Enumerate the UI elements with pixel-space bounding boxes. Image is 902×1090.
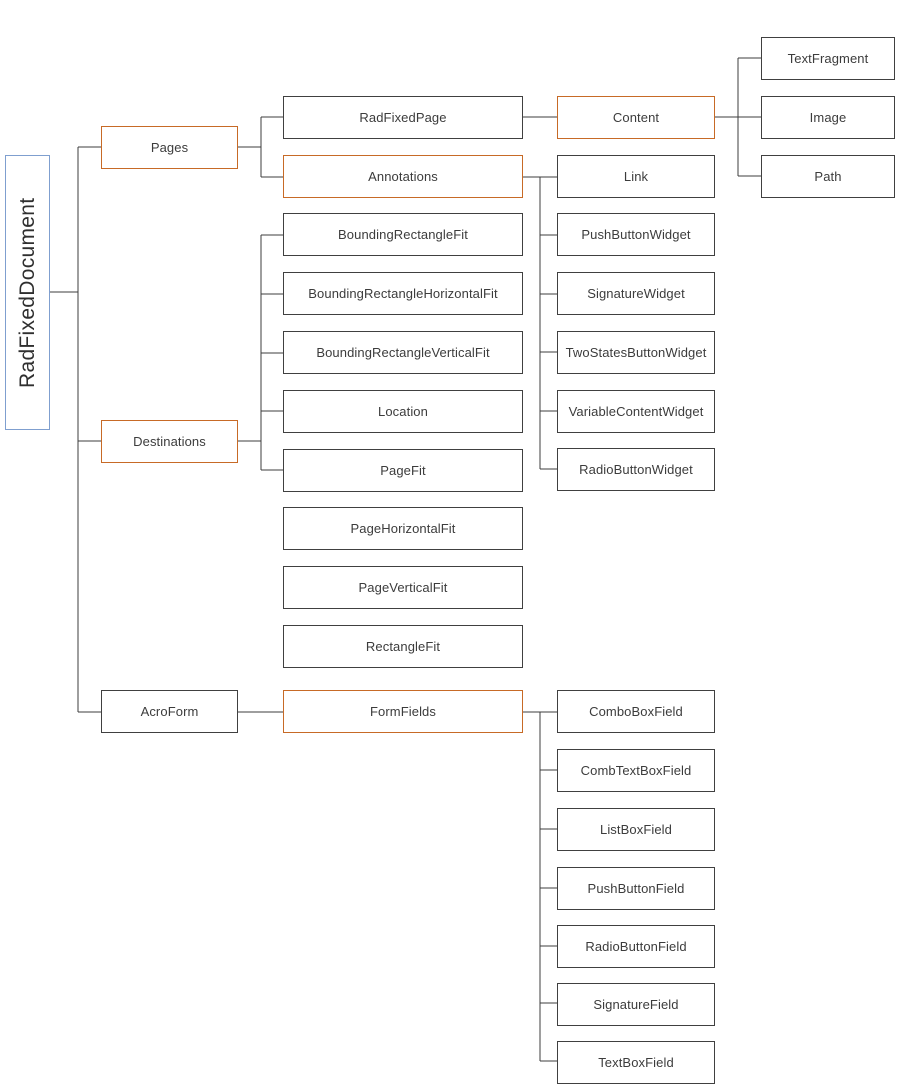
node-label: AcroForm [140,703,199,719]
node-label: RadioButtonWidget [579,461,693,477]
node-path[interactable]: Path [761,155,895,198]
node-boundingrectanglehorizontalfit[interactable]: BoundingRectangleHorizontalFit [283,272,523,315]
node-textfragment[interactable]: TextFragment [761,37,895,80]
node-label: RadFixedPage [359,109,447,125]
node-pages[interactable]: Pages [101,126,238,169]
node-label: Link [623,168,649,184]
node-image[interactable]: Image [761,96,895,139]
node-acroform[interactable]: AcroForm [101,690,238,733]
node-label: CombTextBoxField [580,762,692,778]
node-annotations[interactable]: Annotations [283,155,523,198]
node-radiobuttonwidget[interactable]: RadioButtonWidget [557,448,715,491]
node-destinations[interactable]: Destinations [101,420,238,463]
node-boundingrectangleverticalfit[interactable]: BoundingRectangleVerticalFit [283,331,523,374]
node-label: PushButtonField [587,880,685,896]
node-formfields[interactable]: FormFields [283,690,523,733]
node-content[interactable]: Content [557,96,715,139]
node-label: Location [378,403,428,419]
node-combtextboxfield[interactable]: CombTextBoxField [557,749,715,792]
node-label: PageHorizontalFit [350,520,456,536]
node-label: RadFixedDocument [15,197,39,388]
node-label: PageFit [380,462,426,478]
node-location[interactable]: Location [283,390,523,433]
node-label: PushButtonWidget [581,226,691,242]
node-radiobuttonfield[interactable]: RadioButtonField [557,925,715,968]
node-label: BoundingRectangleVerticalFit [316,344,490,360]
node-label: VariableContentWidget [568,403,704,419]
node-pageverticalfit[interactable]: PageVerticalFit [283,566,523,609]
node-label: Image [809,109,847,125]
node-label: RectangleFit [365,638,441,654]
node-signaturewidget[interactable]: SignatureWidget [557,272,715,315]
node-label: ComboBoxField [589,703,683,719]
node-label: TextBoxField [598,1054,674,1070]
node-label: Destinations [133,433,206,449]
node-label: FormFields [369,703,436,719]
node-label: BoundingRectangleFit [338,226,468,242]
node-label: SignatureWidget [587,285,685,301]
node-label: Path [814,168,842,184]
node-label: TwoStatesButtonWidget [565,344,707,360]
node-label: Pages [150,139,189,155]
node-rectanglefit[interactable]: RectangleFit [283,625,523,668]
node-label: Annotations [368,168,438,184]
class-hierarchy-diagram: RadFixedDocument Pages Destinations Acro… [0,0,902,1090]
node-label: PageVerticalFit [358,579,448,595]
node-pushbuttonfield[interactable]: PushButtonField [557,867,715,910]
node-pagefit[interactable]: PageFit [283,449,523,492]
node-listboxfield[interactable]: ListBoxField [557,808,715,851]
node-label: ListBoxField [599,821,672,837]
node-label: BoundingRectangleHorizontalFit [308,285,498,301]
node-comboboxfield[interactable]: ComboBoxField [557,690,715,733]
node-label: TextFragment [787,50,869,66]
node-pagehorizontalfit[interactable]: PageHorizontalFit [283,507,523,550]
node-signaturefield[interactable]: SignatureField [557,983,715,1026]
node-label: Content [612,109,660,125]
node-label: SignatureField [593,996,679,1012]
node-twostatesbuttonwidget[interactable]: TwoStatesButtonWidget [557,331,715,374]
node-link[interactable]: Link [557,155,715,198]
node-radfixeddocument[interactable]: RadFixedDocument [5,155,50,430]
node-radfixedpage[interactable]: RadFixedPage [283,96,523,139]
node-pushbuttonwidget[interactable]: PushButtonWidget [557,213,715,256]
node-boundingrectanglefit[interactable]: BoundingRectangleFit [283,213,523,256]
node-textboxfield[interactable]: TextBoxField [557,1041,715,1084]
node-label: RadioButtonField [585,938,687,954]
node-variablecontentwidget[interactable]: VariableContentWidget [557,390,715,433]
